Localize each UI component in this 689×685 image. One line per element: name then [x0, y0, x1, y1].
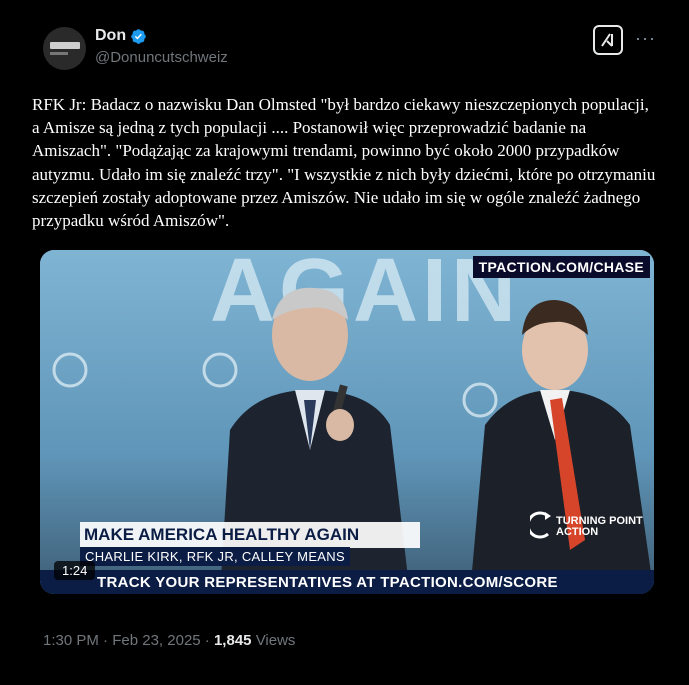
tweet-header: Don @Donuncutschweiz ··· [43, 24, 689, 74]
tweet-date[interactable]: Feb 23, 2025 [112, 632, 200, 649]
grok-icon[interactable] [593, 25, 623, 55]
video-player[interactable]: AGAIN TPACTION.COM/CHASE MAKE AMERICA HE… [40, 250, 654, 594]
avatar[interactable] [43, 27, 86, 70]
lower-third-names: CHARLIE KIRK, RFK JR, CALLEY MEANS [80, 547, 350, 566]
author-block: Don @Donuncutschweiz [95, 27, 228, 66]
news-ticker: TRACK YOUR REPRESENTATIVES AT TPACTION.C… [40, 570, 654, 594]
views-label: Views [255, 632, 296, 649]
lower-third-title: MAKE AMERICA HEALTHY AGAIN [80, 522, 420, 548]
verified-badge-icon [131, 28, 146, 44]
tweet-meta: 1:30 PM · Feb 23, 2025 · 1,845 Views [43, 632, 296, 649]
more-icon[interactable]: ··· [635, 28, 656, 49]
views-count: 1,845 [213, 632, 252, 649]
url-badge: TPACTION.COM/CHASE [472, 256, 650, 278]
author-handle[interactable]: @Donuncutschweiz [95, 49, 228, 66]
author-name[interactable]: Don [95, 27, 126, 45]
corner-logo-text: TURNING POINT ACTION [556, 515, 643, 538]
tweet-time[interactable]: 1:30 PM [43, 632, 99, 649]
video-duration: 1:24 [54, 561, 96, 580]
tweet-text: RFK Jr: Badacz o nazwisku Dan Olmsted "b… [32, 95, 656, 231]
